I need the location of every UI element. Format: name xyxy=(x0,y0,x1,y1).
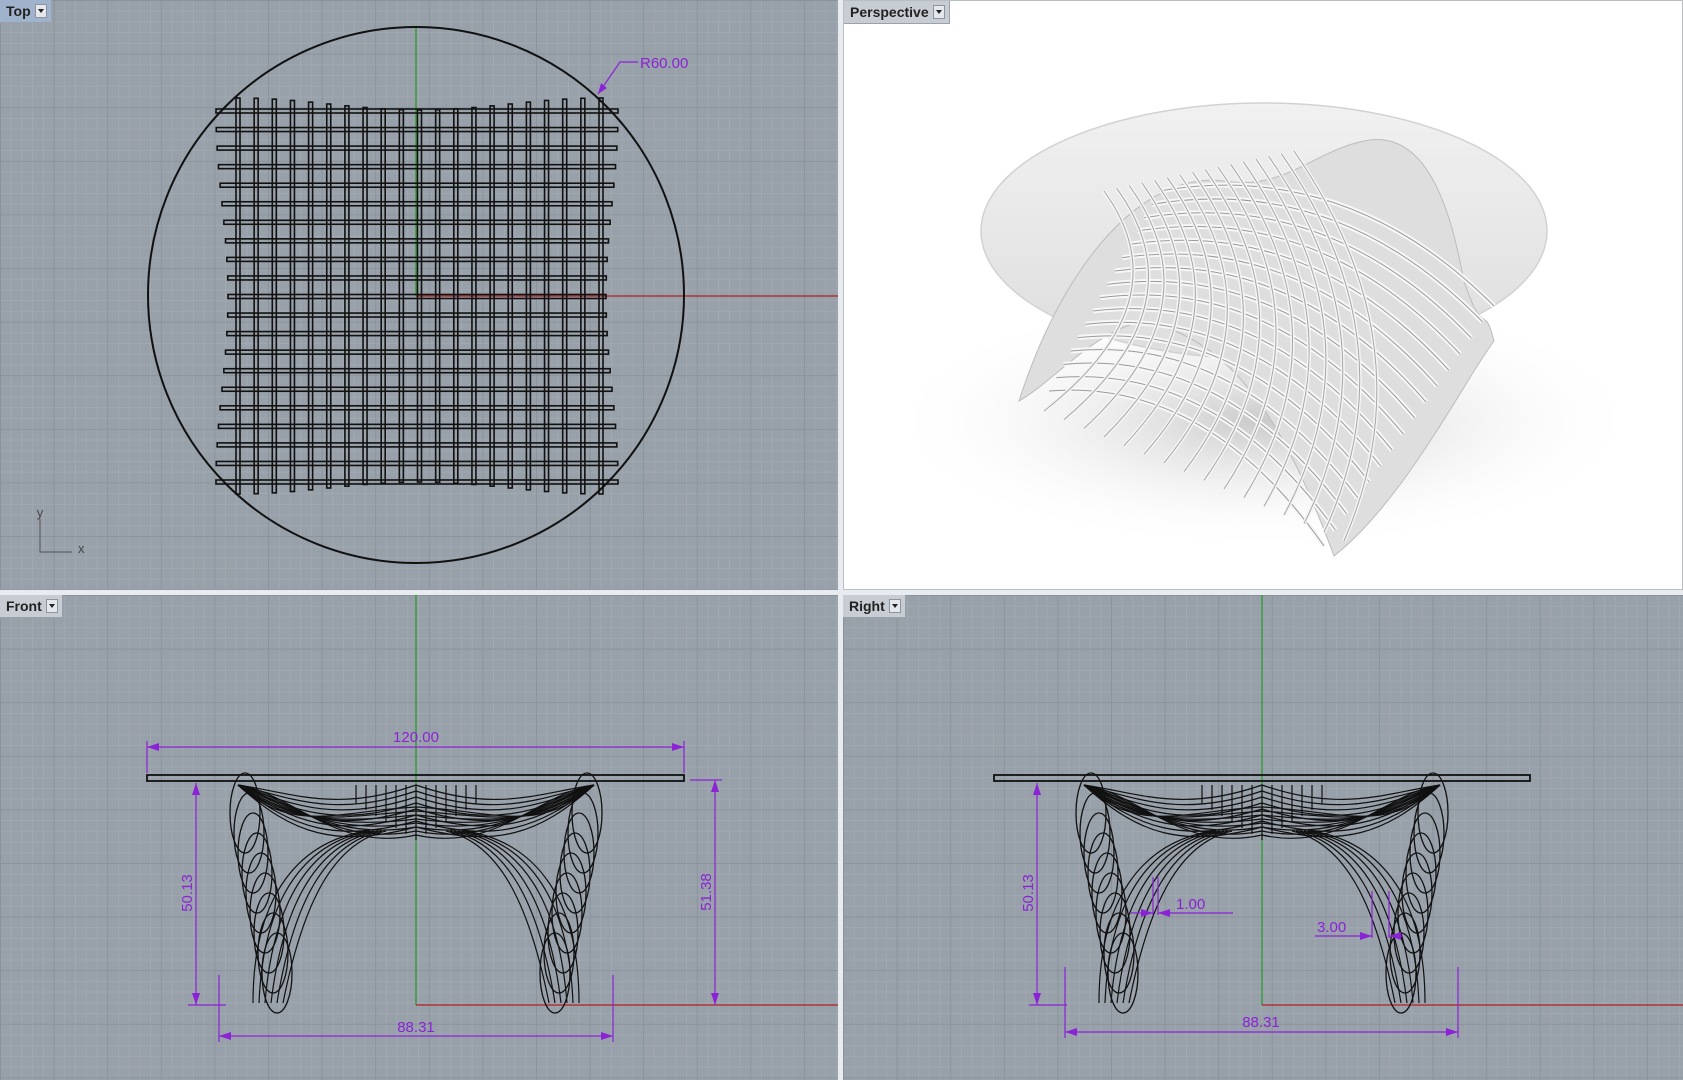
dimension-base-width-label: 88.31 xyxy=(1242,1014,1280,1031)
axis-x-label: x xyxy=(78,541,85,556)
viewport-tab-front[interactable]: Front xyxy=(0,595,63,618)
world-axes-indicator: y x xyxy=(37,505,85,556)
viewport-tab-top-label: Top xyxy=(6,3,31,19)
viewport-front[interactable]: Front 120.00 88.31 50.13 51.38 xyxy=(0,595,838,1080)
front-view-canvas: 120.00 88.31 50.13 51.38 xyxy=(146,595,838,1042)
viewport-splitter-vertical[interactable] xyxy=(838,0,843,1080)
chevron-down-icon[interactable] xyxy=(34,4,47,18)
dimension-left-height-label: 50.13 xyxy=(1020,874,1037,912)
viewport-tab-right-label: Right xyxy=(849,598,885,614)
axis-y-label: y xyxy=(37,505,44,520)
dimension-base-width-label: 88.31 xyxy=(397,1019,435,1036)
dimension-slot-gap-label: 1.00 xyxy=(1176,896,1205,913)
right-view-canvas: 88.31 50.13 1.00 3.00 xyxy=(993,595,1683,1038)
viewport-tab-top[interactable]: Top xyxy=(0,0,52,23)
dimension-right-height-label: 51.38 xyxy=(698,873,715,911)
viewport-right[interactable]: Right 88.31 50.13 1.00 3.00 xyxy=(843,595,1683,1080)
top-view-canvas: y x R60.00 xyxy=(37,26,838,564)
dimension-labels-right: 88.31 50.13 1.00 3.00 xyxy=(1020,874,1346,1031)
viewport-tab-front-label: Front xyxy=(6,598,42,614)
radius-dimension: R60.00 xyxy=(597,55,688,95)
dimension-slot-width-label: 3.00 xyxy=(1317,919,1346,936)
dimension-left-height-label: 50.13 xyxy=(179,874,196,912)
viewport-perspective[interactable]: Perspective xyxy=(843,0,1683,590)
chevron-down-icon[interactable] xyxy=(888,599,901,613)
viewport-tab-right[interactable]: Right xyxy=(843,595,906,618)
chevron-down-icon[interactable] xyxy=(932,5,945,19)
viewport-tab-perspective[interactable]: Perspective xyxy=(844,1,950,24)
perspective-render xyxy=(884,102,1644,557)
dimension-width-label: 120.00 xyxy=(393,729,439,746)
viewport-top[interactable]: Top y x R60.00 xyxy=(0,0,838,590)
viewport-tab-perspective-label: Perspective xyxy=(850,4,929,20)
radius-dimension-label: R60.00 xyxy=(640,55,688,72)
chevron-down-icon[interactable] xyxy=(45,599,58,613)
